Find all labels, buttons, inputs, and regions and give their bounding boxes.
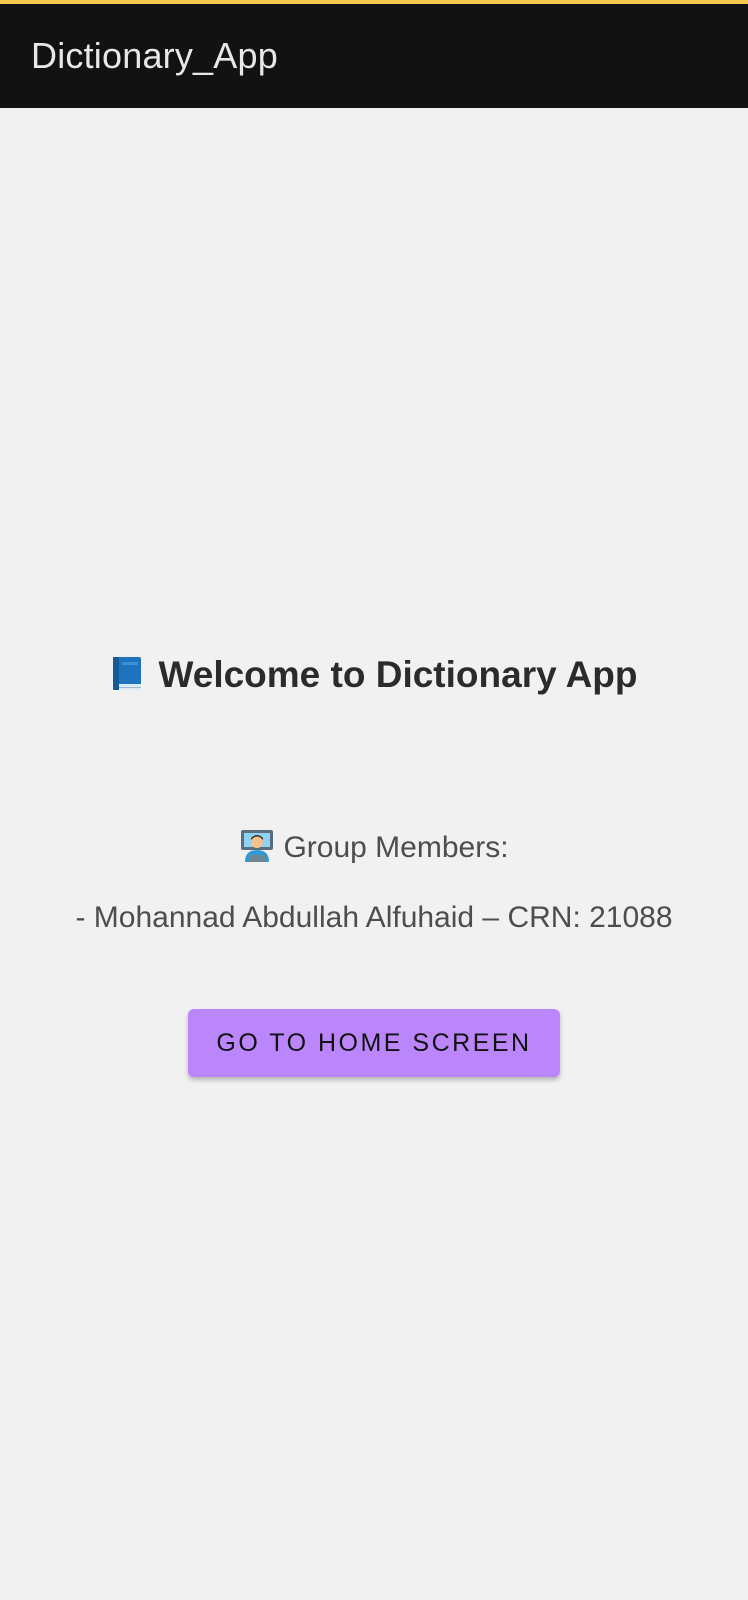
welcome-text: Welcome to Dictionary App [158, 654, 638, 695]
blue-book-icon [110, 655, 144, 693]
app-bar: Dictionary_App [0, 4, 748, 108]
group-members-heading: Group Members: [0, 828, 748, 866]
welcome-heading: Welcome to Dictionary App [0, 653, 748, 697]
app-title: Dictionary_App [31, 35, 278, 76]
group-members-label: Group Members: [283, 831, 509, 864]
member-item: - Mohannad Abdullah Alfuhaid – CRN: 2108… [75, 901, 673, 934]
go-to-home-screen-button[interactable]: GO TO HOME SCREEN [188, 1009, 560, 1077]
main-content: Welcome to Dictionary App Group Members:… [0, 108, 748, 1600]
technologist-icon [239, 828, 275, 864]
